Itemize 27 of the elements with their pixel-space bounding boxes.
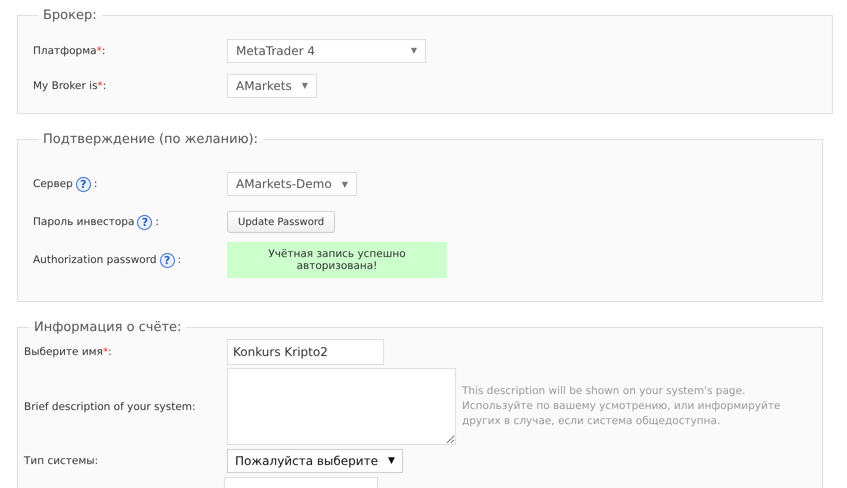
update-password-button[interactable]: Update Password bbox=[227, 211, 336, 233]
field-label: Тип системы: bbox=[24, 455, 98, 467]
field-label: Brief description of your system: bbox=[24, 400, 196, 412]
description-field[interactable] bbox=[227, 368, 456, 445]
label-colon: : bbox=[178, 254, 182, 266]
select-field[interactable]: AMarkets ▼ bbox=[227, 74, 317, 98]
help-icon[interactable]: ? bbox=[76, 176, 91, 192]
field-label: Платформа*: bbox=[33, 44, 106, 56]
section-legend: Информация о счёте: bbox=[29, 320, 186, 335]
select-field[interactable]: Пожалуйста выберите ▼ bbox=[227, 449, 403, 473]
section-legend: Брокер: bbox=[38, 8, 102, 23]
field-label: Пароль инвестора bbox=[33, 216, 134, 228]
section-legend: Подтверждение (по желанию): bbox=[38, 132, 263, 147]
field-label: My Broker is*: bbox=[33, 80, 106, 92]
help-icon[interactable]: ? bbox=[160, 252, 175, 268]
field-label: Выберите имя*: bbox=[24, 346, 112, 358]
input-field[interactable]: Konkurs Kripto2 bbox=[227, 339, 384, 365]
hint-text: This description will be shown on your system's page. bbox=[462, 384, 746, 399]
select-field[interactable]: AMarkets-Demo ▼ bbox=[227, 172, 357, 196]
label-colon: : bbox=[155, 216, 159, 228]
help-icon[interactable]: ? bbox=[137, 214, 152, 230]
success-message: Учётная запись успешно авторизована! bbox=[227, 242, 447, 278]
label-colon: : bbox=[94, 178, 98, 190]
field-label: Сервер bbox=[33, 178, 73, 190]
field-label: Authorization password bbox=[33, 254, 157, 266]
select-field[interactable]: MetaTrader 4 ▼ bbox=[227, 38, 426, 62]
hint-text: Используйте по вашему усмотрению, или информируйте других в случае, если система общедоступна. bbox=[462, 399, 782, 429]
